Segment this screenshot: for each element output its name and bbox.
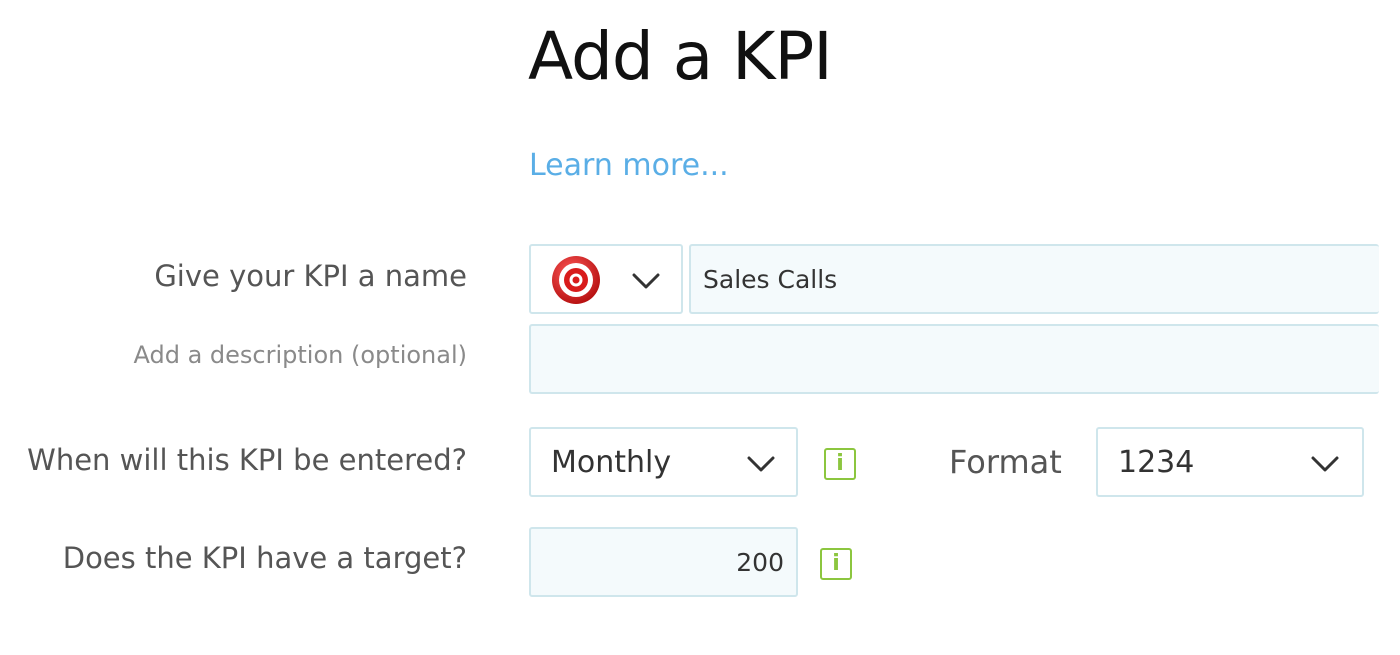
chevron-down-icon: [632, 273, 660, 289]
page-title: Add a KPI: [528, 18, 833, 95]
target-input[interactable]: 200: [529, 527, 798, 597]
chevron-down-icon: [1311, 456, 1339, 472]
kpi-name-input[interactable]: Sales Calls: [689, 244, 1379, 314]
target-icon: [552, 256, 600, 304]
format-label: Format: [949, 443, 1062, 481]
format-select[interactable]: 1234: [1096, 427, 1364, 497]
target-label: Does the KPI have a target?: [62, 541, 467, 575]
kpi-name-value: Sales Calls: [703, 264, 838, 294]
frequency-label: When will this KPI be entered?: [27, 443, 467, 477]
add-kpi-page: Add a KPI Learn more... Give your KPI a …: [0, 0, 1400, 655]
kpi-description-input[interactable]: [529, 324, 1379, 394]
target-info-icon[interactable]: i: [820, 548, 852, 580]
frequency-value: Monthly: [551, 444, 672, 480]
frequency-select[interactable]: Monthly: [529, 427, 798, 497]
kpi-icon-select[interactable]: [529, 244, 683, 314]
kpi-name-label: Give your KPI a name: [154, 259, 467, 293]
format-value: 1234: [1118, 444, 1195, 480]
chevron-down-icon: [747, 456, 775, 472]
target-value: 200: [736, 547, 784, 577]
kpi-description-label: Add a description (optional): [133, 341, 468, 369]
learn-more-link[interactable]: Learn more...: [529, 148, 729, 183]
frequency-info-icon[interactable]: i: [824, 448, 856, 480]
